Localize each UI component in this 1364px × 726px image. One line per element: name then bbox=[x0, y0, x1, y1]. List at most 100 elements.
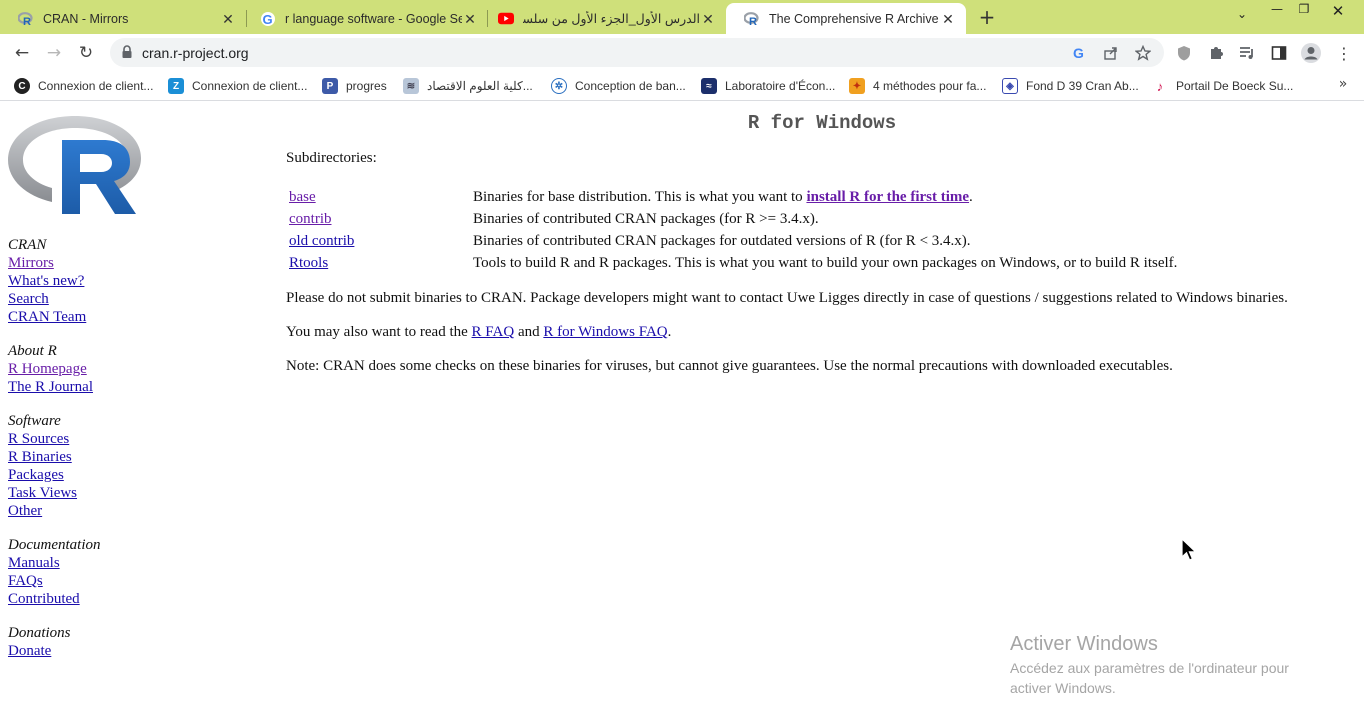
reload-button[interactable]: ↻ bbox=[75, 42, 97, 64]
side-panel-icon[interactable] bbox=[1269, 43, 1289, 63]
new-tab-button[interactable]: + bbox=[977, 7, 997, 27]
svg-text:G: G bbox=[1073, 45, 1084, 61]
forward-button[interactable]: → bbox=[43, 42, 65, 64]
tab-search-icon[interactable]: ⌄ bbox=[1228, 7, 1256, 27]
address-bar[interactable]: G bbox=[110, 38, 1164, 67]
toolbar: ← → ↻ G bbox=[0, 34, 1364, 71]
c-icon: C bbox=[14, 78, 30, 94]
sidebar-link-other[interactable]: Other bbox=[8, 502, 268, 520]
dir-link-base[interactable]: base bbox=[289, 189, 316, 205]
sidebar-link-task-views[interactable]: Task Views bbox=[8, 484, 268, 502]
mouse-cursor-icon bbox=[1181, 538, 1197, 561]
bookmark-item[interactable]: ✦ 4 méthodes pour fa... bbox=[849, 76, 986, 96]
sidebar-section-software: Software R Sources R Binaries Packages T… bbox=[8, 412, 268, 520]
restore-button[interactable]: ❐ bbox=[1290, 2, 1318, 22]
table-row: base Binaries for base distribution. Thi… bbox=[289, 188, 973, 205]
bookmark-item[interactable]: ≋ كلية العلوم الاقتصاد... bbox=[403, 76, 533, 96]
sidebar-link-r-sources[interactable]: R Sources bbox=[8, 430, 268, 448]
tab-strip: R CRAN - Mirrors ✕ G r language software… bbox=[0, 0, 1364, 34]
back-button[interactable]: ← bbox=[11, 42, 33, 64]
r-logo-icon: R bbox=[744, 11, 760, 27]
bookmark-item[interactable]: P progres bbox=[322, 76, 387, 96]
sidebar-link-manuals[interactable]: Manuals bbox=[8, 554, 268, 572]
bookmark-item[interactable]: ≈ Laboratoire d'Écon... bbox=[701, 76, 835, 96]
bookmarks-bar: C Connexion de client... Z Connexion de … bbox=[0, 71, 1364, 101]
more-menu-icon[interactable]: ⋮ bbox=[1334, 43, 1354, 63]
binaries-notice: Please do not submit binaries to CRAN. P… bbox=[286, 290, 1288, 306]
close-icon[interactable]: ✕ bbox=[940, 11, 956, 27]
sidebar-section-documentation: Documentation Manuals FAQs Contributed bbox=[8, 536, 268, 608]
sidebar-section-cran: CRAN Mirrors What's new? Search CRAN Tea… bbox=[8, 236, 268, 326]
dir-link-rtools[interactable]: Rtools bbox=[289, 255, 328, 271]
r-logo-icon: R bbox=[18, 11, 34, 27]
sidebar-nav: CRAN Mirrors What's new? Search CRAN Tea… bbox=[8, 236, 268, 676]
sidebar-section-donations: Donations Donate bbox=[8, 624, 268, 660]
table-row: Rtools Tools to build R and R packages. … bbox=[289, 254, 1178, 271]
sidebar-section-about: About R R Homepage The R Journal bbox=[8, 342, 268, 396]
sidebar-link-faqs[interactable]: FAQs bbox=[8, 572, 268, 590]
url-input[interactable] bbox=[142, 38, 1042, 67]
profile-avatar-icon[interactable] bbox=[1301, 43, 1321, 63]
media-queue-icon[interactable] bbox=[1237, 43, 1257, 63]
dir-link-old-contrib[interactable]: old contrib bbox=[289, 233, 354, 249]
faculty-icon: ≋ bbox=[403, 78, 419, 94]
sidebar-link-r-homepage[interactable]: R Homepage bbox=[8, 360, 268, 378]
page-title: R for Windows bbox=[747, 112, 897, 134]
svg-text:R: R bbox=[749, 16, 757, 26]
sidebar-link-donate[interactable]: Donate bbox=[8, 642, 268, 660]
r-windows-faq-link[interactable]: R for Windows FAQ bbox=[543, 324, 667, 340]
more-bookmarks-icon[interactable]: » bbox=[1335, 76, 1351, 92]
bookmark-item[interactable]: ♪ Portail De Boeck Su... bbox=[1152, 76, 1293, 96]
bookmark-item[interactable]: C Connexion de client... bbox=[14, 76, 153, 96]
google-lens-icon[interactable]: G bbox=[1070, 44, 1088, 62]
bookmark-item[interactable]: ◈ Fond D 39 Cran Ab... bbox=[1002, 76, 1139, 96]
bee-icon: ✲ bbox=[551, 78, 567, 94]
sidebar-link-mirrors[interactable]: Mirrors bbox=[8, 254, 268, 272]
extensions-puzzle-icon[interactable] bbox=[1206, 43, 1226, 63]
table-row: contrib Binaries of contributed CRAN pac… bbox=[289, 210, 819, 227]
install-r-first-time-link[interactable]: install R for the first time bbox=[806, 189, 969, 205]
share-icon[interactable] bbox=[1102, 44, 1120, 62]
sidebar-link-search[interactable]: Search bbox=[8, 290, 268, 308]
lab-icon: ≈ bbox=[701, 78, 717, 94]
google-icon: G bbox=[260, 11, 276, 27]
bookmark-item[interactable]: Z Connexion de client... bbox=[168, 76, 307, 96]
sidebar-link-whats-new[interactable]: What's new? bbox=[8, 272, 268, 290]
table-row: old contrib Binaries of contributed CRAN… bbox=[289, 232, 971, 249]
page-content: CRAN Mirrors What's new? Search CRAN Tea… bbox=[0, 102, 1364, 726]
bookmark-item[interactable]: ✲ Conception de ban... bbox=[551, 76, 686, 96]
youtube-icon bbox=[498, 11, 514, 27]
shield-icon: ◈ bbox=[1002, 78, 1018, 94]
lock-icon bbox=[121, 45, 133, 59]
close-icon[interactable]: ✕ bbox=[462, 11, 478, 27]
close-window-button[interactable]: ✕ bbox=[1324, 2, 1352, 22]
z-icon: Z bbox=[168, 78, 184, 94]
close-icon[interactable]: ✕ bbox=[220, 11, 236, 27]
virus-note: Note: CRAN does some checks on these bin… bbox=[286, 358, 1173, 374]
tab-youtube[interactable]: الدرس الأول_الجزء الأول من سلسلة_ ✕ bbox=[480, 3, 726, 34]
subdirectories-label: Subdirectories: bbox=[286, 150, 377, 166]
tiktok-icon: ♪ bbox=[1152, 78, 1168, 94]
extension-shield-icon[interactable] bbox=[1174, 43, 1194, 63]
svg-text:R: R bbox=[23, 16, 31, 26]
windows-activation-watermark: Activer Windows Accédez aux paramètres d… bbox=[1010, 633, 1289, 696]
tab-cran-mirrors[interactable]: R CRAN - Mirrors ✕ bbox=[0, 3, 246, 34]
faq-paragraph: You may also want to read the R FAQ and … bbox=[286, 324, 672, 340]
r-logo-icon[interactable] bbox=[6, 110, 144, 216]
minimize-button[interactable]: — bbox=[1263, 2, 1291, 22]
sidebar-link-r-binaries[interactable]: R Binaries bbox=[8, 448, 268, 466]
sidebar-link-r-journal[interactable]: The R Journal bbox=[8, 378, 268, 396]
subdirectories-table: base Binaries for base distribution. Thi… bbox=[289, 186, 1177, 274]
bird-icon: ✦ bbox=[849, 78, 865, 94]
sidebar-link-contributed[interactable]: Contributed bbox=[8, 590, 268, 608]
p-icon: P bbox=[322, 78, 338, 94]
tab-cran-archive[interactable]: R The Comprehensive R Archive Ne ✕ bbox=[726, 3, 966, 34]
sidebar-link-packages[interactable]: Packages bbox=[8, 466, 268, 484]
sidebar-link-cran-team[interactable]: CRAN Team bbox=[8, 308, 268, 326]
r-faq-link[interactable]: R FAQ bbox=[472, 324, 515, 340]
tab-google-search[interactable]: G r language software - Google Se ✕ bbox=[242, 3, 488, 34]
close-icon[interactable]: ✕ bbox=[700, 11, 716, 27]
dir-link-contrib[interactable]: contrib bbox=[289, 211, 332, 227]
bookmark-star-icon[interactable] bbox=[1134, 44, 1152, 62]
svg-text:G: G bbox=[263, 12, 273, 27]
